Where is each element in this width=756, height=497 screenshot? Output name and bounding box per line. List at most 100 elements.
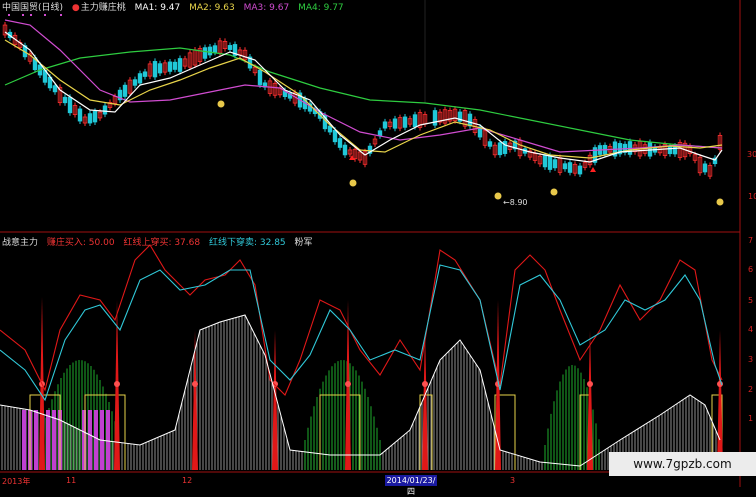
magenta-bar [88, 410, 92, 470]
spike-marker [422, 381, 428, 387]
candle-body [497, 142, 503, 156]
x-tick-3: 3 [510, 476, 516, 485]
low-price-annotation: ←8.90 [503, 198, 528, 207]
spike-marker [345, 381, 351, 387]
candle-body [342, 144, 348, 156]
candle-body [177, 58, 183, 72]
ma2-label: MA2: 9.63 [189, 3, 235, 13]
ma1-label: MA1: 9.47 [134, 3, 181, 13]
candle-body [467, 113, 473, 127]
cyan-oscillator-line [0, 264, 723, 402]
top-dot-marker [30, 14, 32, 16]
candle-body [327, 125, 333, 133]
main-chart-header: 中国国贸(日线) ●主力赚庄桃 MA1: 9.47 MA2: 9.63 MA3:… [2, 2, 350, 14]
red-oscillator-line [0, 244, 723, 396]
y-tick-bottom-4: 4 [748, 325, 754, 334]
candle-body [562, 163, 568, 170]
ma3-line [4, 19, 723, 153]
symbol-title[interactable]: 中国国贸(日线) [2, 3, 63, 13]
candle-body [92, 110, 98, 123]
y-tick-bottom-6: 6 [748, 265, 754, 274]
candle-body [552, 159, 558, 169]
candle-body [152, 61, 158, 78]
buy-label: 赚庄买入: 50.00 [46, 238, 115, 248]
candle-body [542, 155, 548, 168]
y-tick-bottom-3: 3 [748, 355, 754, 364]
cursor-date-label: 2014/01/23/四 [385, 475, 437, 496]
green-cross-label: 红线下穿卖: 32.85 [208, 238, 286, 248]
candle-body [87, 113, 93, 124]
magenta-bar [34, 410, 38, 470]
y-tick-top-1: 30 [747, 150, 756, 159]
candle-body [132, 79, 138, 86]
y-tick-bottom-1: 1 [748, 414, 754, 423]
x-tick-11: 11 [66, 476, 77, 485]
candle-body [67, 96, 73, 114]
candle-body [157, 63, 163, 74]
y-tick-bottom-2: 2 [748, 385, 754, 394]
candle-body [77, 108, 83, 122]
indicator-title[interactable]: 战意主力 [2, 238, 38, 248]
money-bag-icon [550, 188, 558, 196]
candle-body [202, 47, 208, 59]
spike-marker [587, 381, 593, 387]
top-dot-marker [8, 14, 10, 16]
money-bag-icon [349, 179, 357, 187]
magenta-bar [52, 410, 56, 470]
candle-body [377, 130, 383, 137]
candle-body [432, 110, 438, 126]
x-tick-year: 2013年 [2, 477, 31, 486]
money-bag-icon [217, 100, 225, 108]
candle-body [142, 71, 148, 77]
y-tick-bottom-5: 5 [748, 296, 754, 305]
candle-body [567, 162, 573, 173]
magenta-bar [46, 410, 50, 470]
x-tick-12: 12 [182, 476, 193, 485]
candle-body [62, 96, 68, 104]
magenta-bar [22, 410, 26, 470]
candle-body [547, 155, 553, 170]
candle-body [337, 138, 343, 148]
money-bag-icon [716, 198, 724, 206]
indicator-name[interactable]: 主力赚庄桃 [81, 3, 126, 13]
spike-marker [192, 381, 198, 387]
candle-body [392, 118, 398, 129]
candle-body [212, 45, 218, 53]
candle-body [122, 84, 128, 97]
spike-marker [114, 381, 120, 387]
candle-body [667, 145, 673, 155]
candle-body [167, 61, 173, 72]
magenta-bar [94, 410, 98, 470]
candle-body [332, 129, 338, 143]
red-cross-label: 红线上穿买: 37.68 [123, 238, 201, 248]
money-bag-icon [494, 192, 502, 200]
indicator-header: 战意主力 赚庄买入: 50.00 红线上穿买: 37.68 红线下穿卖: 32.… [2, 237, 319, 249]
up-arrow-icon [590, 167, 596, 172]
candle-body [487, 141, 493, 147]
top-dot-marker [60, 14, 62, 16]
top-dot-marker [22, 14, 24, 16]
red-spike [587, 330, 593, 470]
candle-body [577, 165, 583, 175]
candlestick-series [2, 22, 723, 180]
candle-body [102, 105, 108, 115]
pin-icon: ● [71, 3, 80, 13]
y-tick-top-2: 10 [748, 192, 756, 201]
indicator-bars [1, 297, 723, 470]
candle-body [207, 46, 213, 56]
candle-body [382, 121, 388, 129]
candle-body [52, 85, 58, 93]
ma4-label: MA4: 9.77 [298, 3, 344, 13]
candle-body [702, 163, 708, 173]
extra-label: 粉军 [294, 238, 313, 248]
top-dot-marker [44, 14, 46, 16]
magenta-bar [106, 410, 110, 470]
candle-body [137, 73, 143, 84]
y-tick-bottom-7: 7 [748, 236, 754, 245]
ma3-label: MA3: 9.67 [243, 3, 290, 13]
site-watermark: www.7gpzb.com [609, 452, 756, 476]
candle-body [402, 116, 408, 128]
candle-body [227, 45, 233, 50]
candle-body [172, 61, 178, 70]
candle-body [257, 69, 263, 86]
